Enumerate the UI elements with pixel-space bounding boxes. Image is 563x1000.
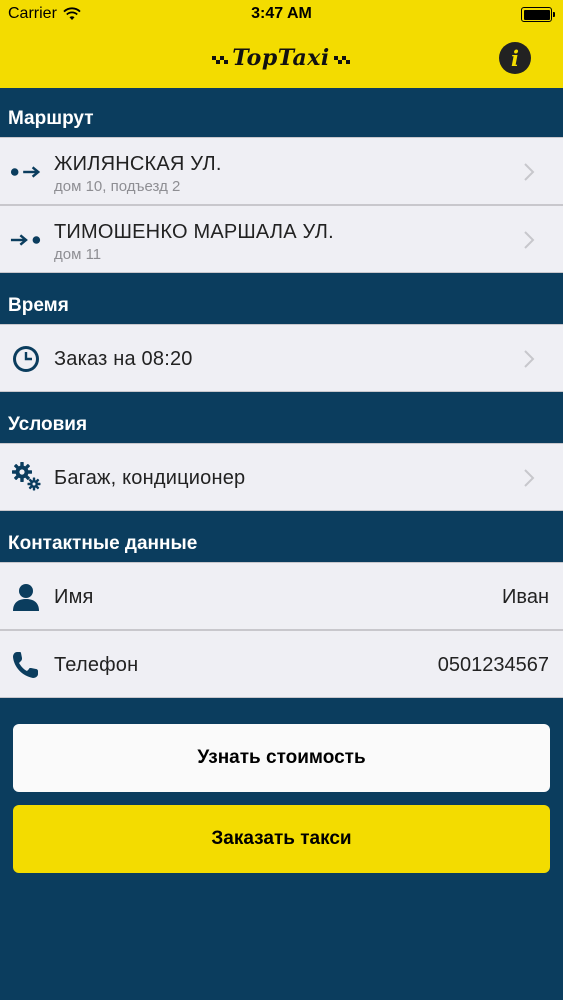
route-to-details: дом 11 bbox=[54, 246, 102, 263]
section-contacts-heading: Контактные данные bbox=[8, 533, 198, 554]
phone-icon bbox=[10, 649, 42, 681]
contact-name-row[interactable]: Имя Иван bbox=[0, 562, 563, 630]
user-icon bbox=[10, 581, 42, 613]
battery-level bbox=[523, 9, 550, 20]
route-from-street: ЖИЛЯНСКАЯ УЛ. bbox=[54, 153, 222, 175]
contact-phone-label: Телефон bbox=[54, 654, 139, 676]
status-time: 3:47 AM bbox=[251, 5, 312, 22]
get-price-button[interactable]: Узнать стоимость bbox=[13, 724, 550, 792]
route-end-icon bbox=[10, 224, 42, 256]
route-to-row[interactable]: ТИМОШЕНКО МАРШАЛА УЛ. дом 11 bbox=[0, 205, 563, 273]
chevron-right-icon bbox=[524, 350, 535, 368]
status-bar: Carrier 3:47 AM bbox=[0, 0, 563, 30]
chevron-right-icon bbox=[524, 163, 535, 181]
time-row[interactable]: Заказ на 08:20 bbox=[0, 324, 563, 392]
app-header: Carrier 3:47 AM TopTaxi i bbox=[0, 0, 563, 88]
gears-icon bbox=[10, 460, 42, 492]
order-taxi-button[interactable]: Заказать такси bbox=[13, 805, 550, 873]
route-from-details: дом 10, подъезд 2 bbox=[54, 178, 181, 195]
contact-name-label: Имя bbox=[54, 586, 94, 608]
conditions-label: Багаж, кондиционер bbox=[54, 467, 246, 489]
contact-phone-row[interactable]: Телефон 0501234567 bbox=[0, 630, 563, 698]
app-logo: TopTaxi bbox=[210, 42, 352, 74]
route-to-street: ТИМОШЕНКО МАРШАЛА УЛ. bbox=[54, 221, 334, 243]
time-label: Заказ на 08:20 bbox=[54, 348, 193, 370]
contact-phone-value[interactable]: 0501234567 bbox=[438, 654, 549, 677]
route-start-icon bbox=[10, 156, 42, 188]
info-button[interactable]: i bbox=[499, 42, 531, 74]
section-conditions-heading: Условия bbox=[8, 414, 88, 435]
section-route-heading: Маршрут bbox=[8, 108, 94, 129]
battery-icon bbox=[521, 7, 555, 22]
clock-icon bbox=[10, 343, 42, 375]
chevron-right-icon bbox=[524, 469, 535, 487]
contact-name-value[interactable]: Иван bbox=[502, 586, 549, 609]
route-from-row[interactable]: ЖИЛЯНСКАЯ УЛ. дом 10, подъезд 2 bbox=[0, 137, 563, 205]
logo-text: TopTaxi bbox=[232, 45, 330, 71]
section-time-heading: Время bbox=[8, 295, 69, 316]
chevron-right-icon bbox=[524, 231, 535, 249]
conditions-row[interactable]: Багаж, кондиционер bbox=[0, 443, 563, 511]
